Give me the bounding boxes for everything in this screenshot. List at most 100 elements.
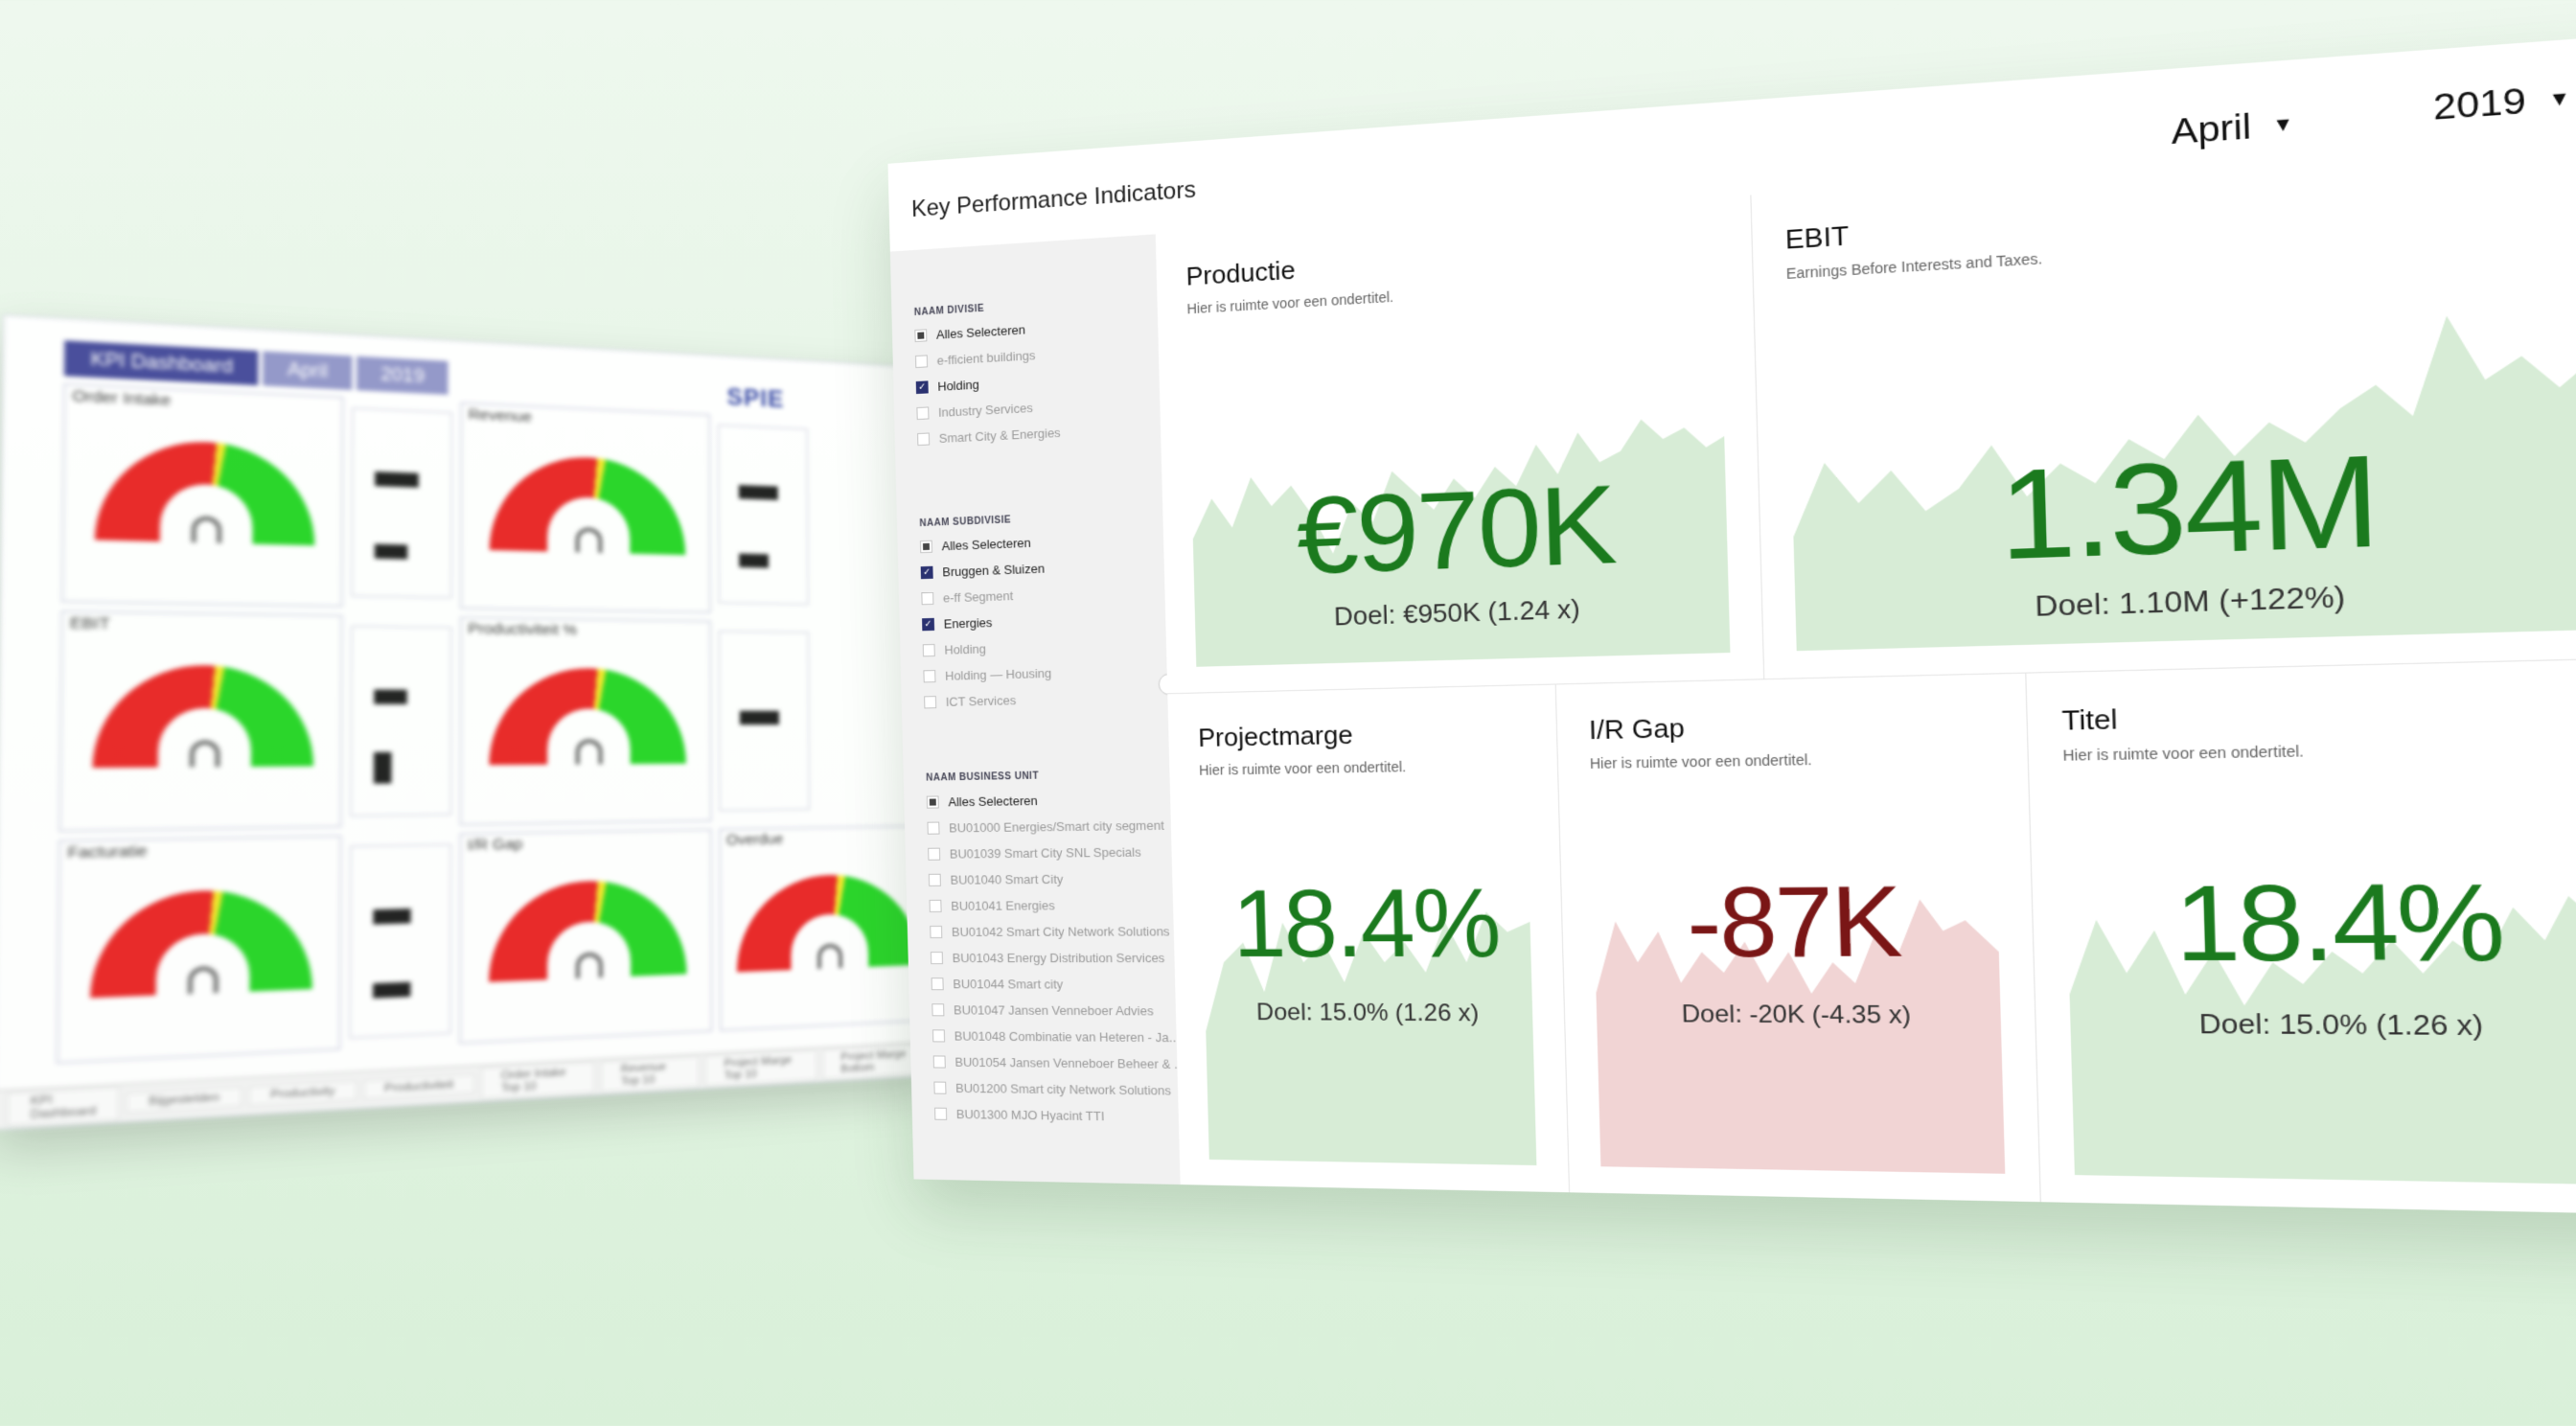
kpi-subtitle: Earnings Before Interests and Taxes. [1785,249,2043,283]
kpi-card[interactable]: Projectmarge Hier is ruimte voor een ond… [1167,684,1570,1193]
legacy-side-panel [349,843,451,1039]
filter-option-label: BU01048 Combinatie van Heteren - Ja... [954,1028,1181,1046]
gauge-icon [489,667,686,766]
filter-option[interactable]: BU01300 MJO Hyacint TTI [934,1107,1105,1123]
filter-option[interactable]: e-fficient buildings [915,348,1036,369]
checkbox-icon[interactable] [914,329,928,343]
checkbox-icon[interactable] [932,1003,945,1017]
filter-option-label: BU01044 Smart city [953,977,1064,992]
kpi-card[interactable]: Productie Hier is ruimte voor een ondert… [1155,195,1764,694]
filter-option[interactable]: Alles Selecteren [919,535,1031,555]
checkbox-icon[interactable] [915,355,929,369]
checkbox-icon[interactable] [917,432,931,447]
filter-option[interactable]: ✓ Holding [915,377,980,396]
checkbox-icon[interactable] [930,952,944,965]
checkbox-icon[interactable]: ✓ [922,617,935,632]
checkbox-icon[interactable] [926,795,939,809]
checkbox-icon[interactable] [932,1055,946,1069]
filter-option-label: Alles Selecteren [941,535,1031,554]
checkbox-icon[interactable] [928,873,941,886]
checkbox-icon[interactable] [932,1029,946,1043]
legacy-side-panel [350,625,452,816]
legacy-bottom-tab: Bijgestelden [126,1087,242,1114]
checkbox-icon[interactable] [923,670,936,683]
month-dropdown[interactable]: April ▼ [2171,104,2294,154]
filter-option-label: BU01042 Smart City Network Solutions [951,924,1170,939]
gauge-icon [90,887,313,999]
filter-option-label: BU01040 Smart City [950,871,1064,887]
checkbox-icon[interactable] [924,696,937,709]
filter-option[interactable]: BU01047 Jansen Venneboer Advies [932,1002,1154,1018]
checkbox-icon[interactable] [922,643,935,657]
checkbox-icon[interactable] [919,540,933,554]
filter-option[interactable]: BU01041 Energies [929,898,1055,913]
filter-option-label: BU01041 Energies [951,898,1055,913]
kpi-card[interactable]: EBIT Earnings Before Interests and Taxes… [1751,136,2576,679]
checkbox-icon[interactable] [934,1107,948,1120]
filter-option-label: Bruggen & Sluizen [942,561,1046,580]
checkbox-icon[interactable] [927,821,940,835]
checkbox-icon[interactable] [921,591,934,606]
filter-option[interactable]: BU01042 Smart City Network Solutions [930,924,1170,939]
legacy-bottom-tab: Productivity [248,1080,357,1107]
legacy-tab: April [263,351,353,390]
kpi-card[interactable]: Titel Hier is ruimte voor een ondertitel… [2026,658,2576,1215]
filter-option-label: Alles Selecteren [948,793,1038,810]
kpi-subtitle: Hier is ruimte voor een ondertitel. [1186,288,1394,317]
filter-option[interactable]: Alles Selecteren [914,322,1025,343]
checkbox-icon[interactable]: ✓ [915,380,929,395]
filter-option[interactable]: BU01048 Combinatie van Heteren - Ja... [932,1028,1180,1045]
chevron-down-icon: ▼ [2547,86,2571,111]
kpi-dashboard-panel: Key Performance Indicators April ▼ 2019 … [887,34,2576,1215]
kpi-goal: Doel: 15.0% (1.26 x) [1255,999,1480,1027]
filter-option[interactable]: ✓ Bruggen & Sluizen [920,561,1046,580]
kpi-subtitle: Hier is ruimte voor een ondertitel. [1198,758,1407,778]
checkbox-icon[interactable] [928,847,941,861]
filter-option-label: e-ff Segment [942,587,1014,606]
checkbox-icon[interactable] [931,978,944,991]
kpi-title: Projectmarge [1197,719,1353,753]
legacy-side-panel [718,424,809,606]
gauge-icon [94,437,315,546]
kpi-value: 18.4% [1230,869,1501,978]
filter-option[interactable]: Industry Services [916,401,1033,421]
legacy-cell-title: EBIT [69,613,110,633]
legacy-dashboard-frame: KPI Dashboard April 2019 SPIE Order Inta… [0,314,935,1131]
checkbox-icon[interactable]: ✓ [920,565,933,580]
checkbox-icon[interactable] [933,1081,947,1094]
filter-option[interactable]: Holding [922,641,986,657]
filter-option-label: e-fficient buildings [936,348,1036,368]
filter-option[interactable]: BU01200 Smart city Network Solutions [933,1081,1171,1098]
filter-option-label: Smart City & Energies [938,425,1061,447]
filter-option[interactable]: Holding — Housing [923,666,1051,684]
checkbox-icon[interactable] [930,925,943,939]
chevron-down-icon: ▼ [2271,112,2294,136]
filter-option[interactable]: BU01039 Smart City SNL Specials [928,844,1141,862]
legacy-cell-title: Productiviteit % [468,620,578,639]
filter-option-label: BU01054 Jansen Venneboer Beheer & ... [954,1054,1185,1072]
filter-option[interactable]: ICT Services [924,693,1016,709]
checkbox-icon[interactable] [916,406,930,421]
legacy-gauge-cell: I/R Gap [459,829,713,1045]
filter-option-label: Holding [937,377,980,394]
filter-option[interactable]: BU01000 Energies/Smart city segment [927,817,1164,836]
year-dropdown[interactable]: 2019 ▼ [2432,77,2570,129]
checkbox-icon[interactable] [929,899,942,912]
filter-option[interactable]: ✓ Energies [922,615,993,632]
kpi-title: Titel [2061,702,2118,737]
filter-option[interactable]: Alles Selecteren [926,793,1038,810]
legacy-gauge-cell: Revenue [460,402,711,613]
legacy-gauge-cell: EBIT [58,610,343,832]
filter-option-label: BU01000 Energies/Smart city segment [949,817,1164,836]
filter-section-label: NAAM SUBDIVISIE [919,515,1012,530]
legacy-cell-title: Revenue [468,405,532,426]
filter-section-label: NAAM BUSINESS UNIT [926,770,1040,784]
filter-option[interactable]: BU01043 Energy Distribution Services [930,951,1165,965]
filter-option[interactable]: BU01054 Jansen Venneboer Beheer & ... [932,1054,1185,1072]
filter-option-label: BU01200 Smart city Network Solutions [954,1080,1172,1098]
filter-option[interactable]: e-ff Segment [921,587,1014,606]
kpi-card[interactable]: I/R Gap Hier is ruimte voor een ondertit… [1555,673,2040,1203]
filter-option[interactable]: BU01040 Smart City [928,871,1064,887]
filter-option[interactable]: Smart City & Energies [917,426,1061,447]
filter-option[interactable]: BU01044 Smart city [931,977,1064,992]
